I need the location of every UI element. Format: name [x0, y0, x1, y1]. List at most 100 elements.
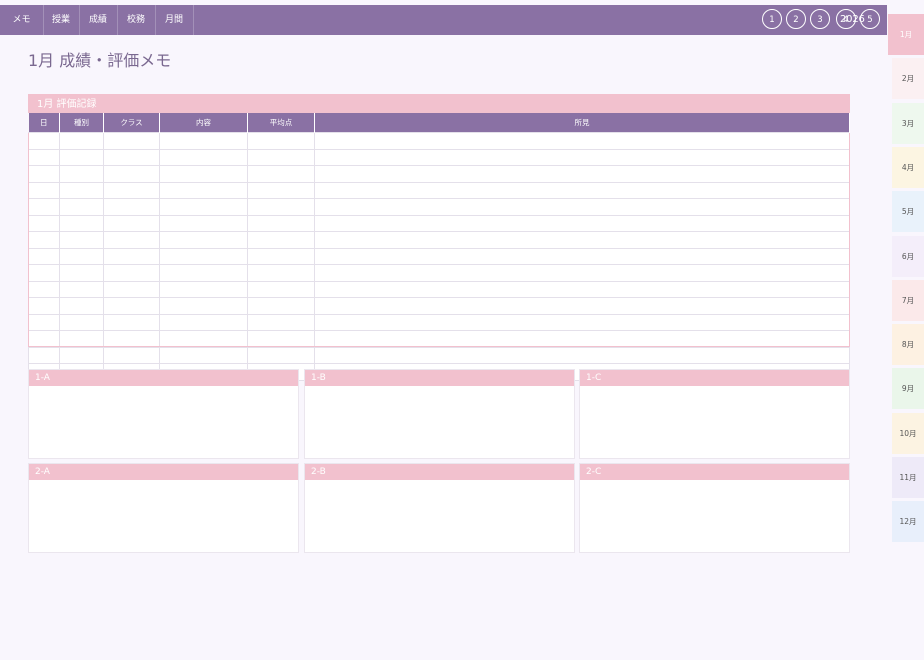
month-tab-5[interactable]: 5月	[892, 191, 924, 233]
table-cell[interactable]	[28, 214, 60, 232]
table-cell[interactable]	[247, 231, 315, 249]
table-cell[interactable]	[59, 346, 104, 364]
table-cell[interactable]	[103, 181, 160, 199]
table-cell[interactable]	[159, 330, 248, 348]
month-tab-8[interactable]: 8月	[892, 324, 924, 366]
month-tab-7[interactable]: 7月	[892, 279, 924, 321]
table-cell[interactable]	[159, 247, 248, 265]
table-cell[interactable]	[314, 247, 850, 265]
tab-memo[interactable]: メモ	[0, 5, 44, 35]
table-cell[interactable]	[28, 132, 60, 150]
table-cell[interactable]	[103, 346, 160, 364]
table-cell[interactable]	[314, 165, 850, 183]
table-cell[interactable]	[247, 198, 315, 216]
table-cell[interactable]	[59, 165, 104, 183]
table-cell[interactable]	[314, 346, 850, 364]
table-cell[interactable]	[59, 214, 104, 232]
table-cell[interactable]	[159, 181, 248, 199]
table-cell[interactable]	[159, 132, 248, 150]
tab-monthly[interactable]: 月間	[155, 5, 194, 35]
class-note-area[interactable]	[305, 386, 574, 460]
table-cell[interactable]	[103, 330, 160, 348]
month-tab-12[interactable]: 12月	[892, 501, 924, 543]
table-cell[interactable]	[314, 313, 850, 331]
table-cell[interactable]	[59, 264, 104, 282]
table-cell[interactable]	[103, 231, 160, 249]
table-cell[interactable]	[159, 264, 248, 282]
tab-grades[interactable]: 成績	[79, 5, 118, 35]
tab-lessons[interactable]: 授業	[43, 5, 80, 35]
table-cell[interactable]	[103, 132, 160, 150]
table-cell[interactable]	[247, 280, 315, 298]
table-cell[interactable]	[28, 280, 60, 298]
table-cell[interactable]	[103, 280, 160, 298]
table-cell[interactable]	[314, 198, 850, 216]
table-cell[interactable]	[59, 231, 104, 249]
month-tab-9[interactable]: 9月	[892, 368, 924, 410]
table-cell[interactable]	[28, 165, 60, 183]
table-cell[interactable]	[59, 280, 104, 298]
table-cell[interactable]	[28, 264, 60, 282]
table-cell[interactable]	[103, 297, 160, 315]
table-cell[interactable]	[247, 214, 315, 232]
table-cell[interactable]	[28, 313, 60, 331]
table-cell[interactable]	[28, 346, 60, 364]
table-cell[interactable]	[247, 313, 315, 331]
month-tab-1[interactable]: 1月	[888, 14, 924, 55]
class-note-area[interactable]	[29, 480, 298, 554]
month-tab-6[interactable]: 6月	[892, 235, 924, 277]
table-cell[interactable]	[247, 330, 315, 348]
table-cell[interactable]	[247, 346, 315, 364]
table-cell[interactable]	[59, 330, 104, 348]
class-note-area[interactable]	[580, 386, 849, 460]
table-cell[interactable]	[247, 264, 315, 282]
table-cell[interactable]	[159, 165, 248, 183]
table-cell[interactable]	[314, 330, 850, 348]
table-cell[interactable]	[28, 247, 60, 265]
table-cell[interactable]	[28, 181, 60, 199]
table-cell[interactable]	[59, 148, 104, 166]
table-cell[interactable]	[159, 148, 248, 166]
table-cell[interactable]	[159, 297, 248, 315]
table-cell[interactable]	[247, 297, 315, 315]
table-cell[interactable]	[59, 297, 104, 315]
table-cell[interactable]	[103, 247, 160, 265]
table-cell[interactable]	[59, 313, 104, 331]
table-cell[interactable]	[314, 280, 850, 298]
term-button-3[interactable]: 3	[810, 9, 830, 29]
table-cell[interactable]	[314, 148, 850, 166]
class-note-area[interactable]	[29, 386, 298, 460]
table-cell[interactable]	[159, 313, 248, 331]
table-cell[interactable]	[159, 280, 248, 298]
table-cell[interactable]	[159, 231, 248, 249]
table-cell[interactable]	[103, 264, 160, 282]
table-cell[interactable]	[247, 132, 315, 150]
table-cell[interactable]	[28, 231, 60, 249]
table-cell[interactable]	[159, 198, 248, 216]
month-tab-11[interactable]: 11月	[892, 457, 924, 498]
class-note-area[interactable]	[305, 480, 574, 554]
month-tab-10[interactable]: 10月	[892, 412, 924, 454]
table-cell[interactable]	[159, 214, 248, 232]
table-cell[interactable]	[314, 231, 850, 249]
month-tab-3[interactable]: 3月	[892, 102, 924, 144]
table-cell[interactable]	[247, 247, 315, 265]
table-cell[interactable]	[314, 132, 850, 150]
table-cell[interactable]	[59, 181, 104, 199]
table-cell[interactable]	[314, 264, 850, 282]
table-cell[interactable]	[28, 148, 60, 166]
table-cell[interactable]	[103, 148, 160, 166]
table-cell[interactable]	[247, 181, 315, 199]
month-tab-2[interactable]: 2月	[892, 58, 924, 100]
class-note-area[interactable]	[580, 480, 849, 554]
tab-school-duties[interactable]: 校務	[117, 5, 156, 35]
term-button-1[interactable]: 1	[762, 9, 782, 29]
table-cell[interactable]	[103, 198, 160, 216]
term-button-2[interactable]: 2	[786, 9, 806, 29]
table-cell[interactable]	[103, 214, 160, 232]
table-cell[interactable]	[59, 132, 104, 150]
table-cell[interactable]	[314, 214, 850, 232]
table-cell[interactable]	[314, 297, 850, 315]
table-cell[interactable]	[314, 181, 850, 199]
month-tab-4[interactable]: 4月	[892, 146, 924, 188]
